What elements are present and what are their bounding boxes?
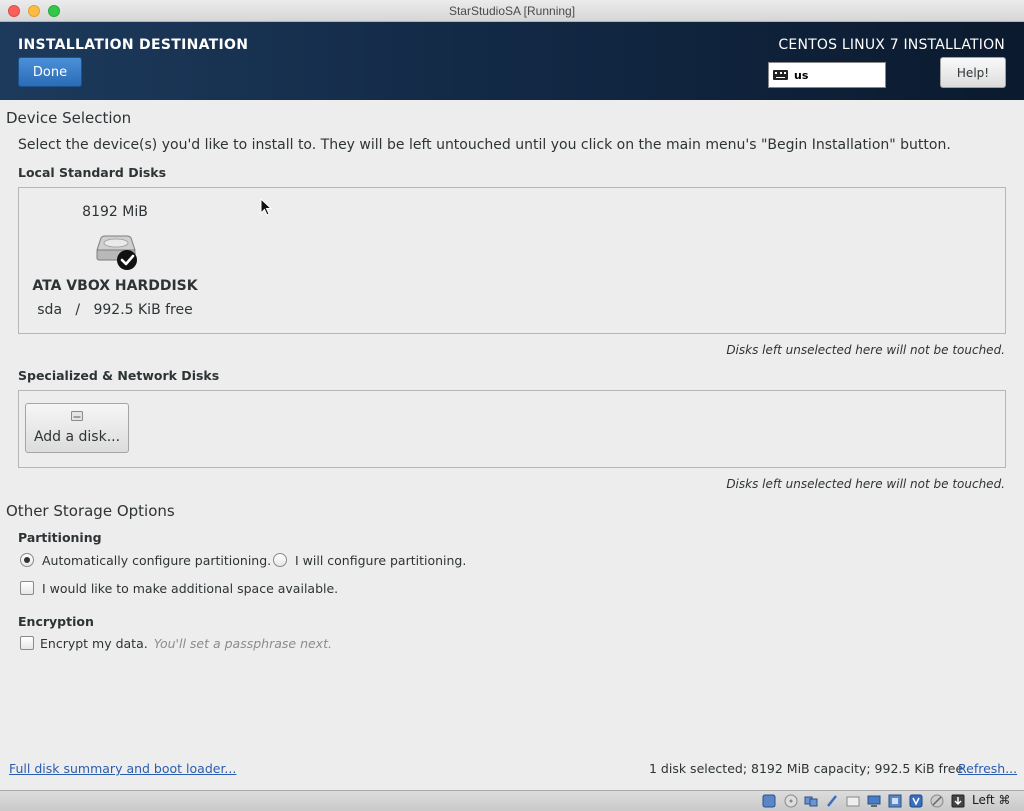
drive-icon <box>71 411 83 421</box>
device-selection-instructions: Select the device(s) you'd like to insta… <box>18 137 951 153</box>
window-titlebar: StarStudioSA [Running] <box>0 0 1024 22</box>
encrypt-text: Encrypt my data. <box>40 636 148 651</box>
encrypt-hint: You'll set a passphrase next. <box>153 636 332 651</box>
hard-disk-activity-icon[interactable] <box>762 794 776 808</box>
vm-statusbar: Left ⌘ <box>0 790 1024 811</box>
page-title: INSTALLATION DESTINATION <box>18 37 249 53</box>
keyboard-capture-icon[interactable] <box>951 794 965 808</box>
full-disk-summary-link[interactable]: Full disk summary and boot loader... <box>9 761 236 776</box>
done-button[interactable]: Done <box>18 57 82 87</box>
optical-drive-icon[interactable] <box>784 794 798 808</box>
disk-selection-status: 1 disk selected; 8192 MiB capacity; 992.… <box>649 761 964 776</box>
additional-space-label[interactable]: I would like to make additional space av… <box>42 581 338 596</box>
refresh-link[interactable]: Refresh... <box>958 761 1017 776</box>
disk-free: 992.5 KiB free <box>93 302 193 318</box>
local-disks-note: Disks left unselected here will not be t… <box>726 343 1005 357</box>
additional-space-checkbox[interactable] <box>20 581 34 595</box>
encrypt-label[interactable]: Encrypt my data. You'll set a passphrase … <box>40 636 332 651</box>
encrypt-checkbox[interactable] <box>20 636 34 650</box>
window-title: StarStudioSA [Running] <box>448 4 576 18</box>
auto-partitioning-radio[interactable] <box>20 553 34 567</box>
harddisk-selected-icon <box>96 235 137 270</box>
disk-model: ATA VBOX HARDDISK <box>32 278 198 294</box>
keyboard-layout-indicator[interactable]: us <box>768 62 886 88</box>
encryption-heading: Encryption <box>18 614 94 629</box>
shared-folders-icon[interactable] <box>846 794 860 808</box>
add-disk-label: Add a disk... <box>33 429 121 445</box>
network-disks-panel: Add a disk... <box>18 390 1006 468</box>
local-disks-heading: Local Standard Disks <box>18 165 167 180</box>
network-disks-heading: Specialized & Network Disks <box>18 368 220 383</box>
keyboard-layout-label: us <box>794 68 809 82</box>
disk-tile-sda[interactable]: 8192 MiB ATA VBOX HARDDISK sda / 992.5 K… <box>31 196 199 326</box>
partitioning-heading: Partitioning <box>18 530 102 545</box>
other-storage-heading: Other Storage Options <box>6 502 175 520</box>
mouse-pointer-icon <box>260 198 272 216</box>
network-icon[interactable] <box>804 794 818 808</box>
manual-partitioning-label[interactable]: I will configure partitioning. <box>295 553 466 568</box>
disk-separator: / <box>75 302 81 318</box>
virtualization-icon[interactable] <box>909 794 923 808</box>
local-disks-panel: 8192 MiB ATA VBOX HARDDISK sda / 992.5 K… <box>18 187 1006 334</box>
host-key-label: Left ⌘ <box>972 793 1011 807</box>
display-icon[interactable] <box>867 794 881 808</box>
keyboard-icon <box>773 70 788 80</box>
auto-partitioning-label[interactable]: Automatically configure partitioning. <box>42 553 271 568</box>
device-selection-heading: Device Selection <box>6 109 132 127</box>
disk-info: sda / 992.5 KiB free <box>31 302 199 318</box>
product-title: CENTOS LINUX 7 INSTALLATION <box>778 37 1005 53</box>
network-disks-note: Disks left unselected here will not be t… <box>726 477 1005 491</box>
installer-header: INSTALLATION DESTINATION Done CENTOS LIN… <box>0 22 1024 100</box>
disk-device: sda <box>37 302 63 318</box>
usb-icon[interactable] <box>825 794 839 808</box>
add-disk-button[interactable]: Add a disk... <box>25 403 129 453</box>
help-button[interactable]: Help! <box>940 57 1006 88</box>
manual-partitioning-radio[interactable] <box>273 553 287 567</box>
disk-size: 8192 MiB <box>82 204 148 220</box>
video-capture-icon[interactable] <box>888 794 902 808</box>
mouse-integration-icon[interactable] <box>930 794 944 808</box>
